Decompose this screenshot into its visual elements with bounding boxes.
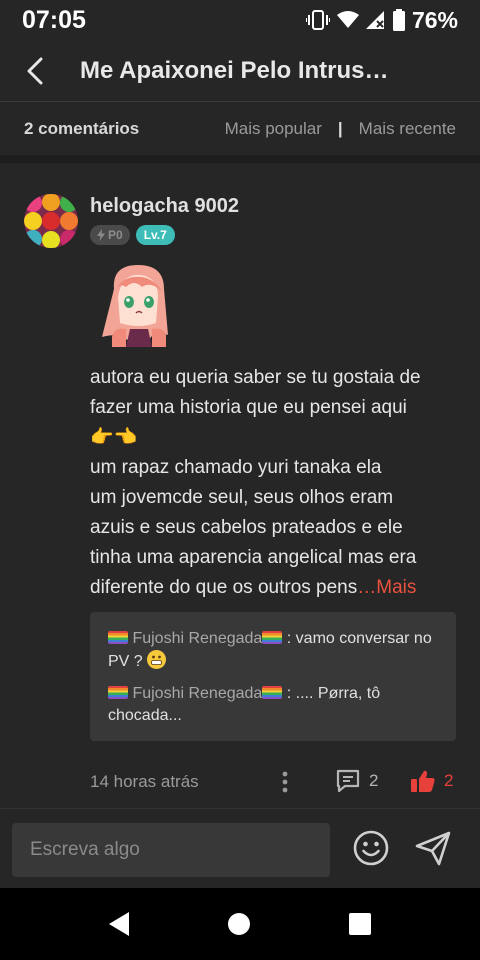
chevron-left-icon — [27, 57, 43, 84]
comment-line: fazer uma historia que eu pensei aqui — [90, 397, 407, 418]
comment-input[interactable]: Escreva algo — [12, 823, 330, 877]
username[interactable]: helogacha 9002 — [90, 195, 239, 218]
nav-back-icon[interactable] — [109, 912, 130, 936]
comment-icon — [336, 769, 360, 793]
header: Me Apaixonei Pelo Intrus… — [0, 40, 480, 102]
emoji-button[interactable] — [352, 829, 390, 872]
comment-count: 2 comentários — [24, 119, 140, 138]
read-more-link[interactable]: …Mais — [357, 577, 416, 598]
reply-item[interactable]: Fujoshi Renegada : vamo conversar no PV … — [108, 628, 438, 673]
comment-line: 👉👈 — [90, 427, 138, 448]
rainbow-flag-icon — [108, 686, 128, 699]
comment-line: um jovemcde seul, seus olhos eram — [90, 487, 394, 508]
status-icons: 76% — [305, 6, 458, 34]
comment-text: autora eu queria saber se tu gostaia de … — [90, 363, 460, 603]
status-bar: 07:05 76% — [0, 0, 480, 40]
avatar[interactable] — [24, 194, 78, 248]
comment-composer: Escreva algo — [0, 808, 480, 888]
thumbs-up-icon — [411, 770, 435, 792]
comment-line-last: diferente do que os outros pens…Mais — [90, 573, 460, 603]
reply-author: Fujoshi Renegada — [132, 630, 263, 647]
rainbow-flag-icon — [262, 631, 283, 644]
rainbow-flag-icon — [108, 631, 128, 644]
points-badge-label: P0 — [108, 228, 123, 242]
sort-popular-button[interactable]: Mais popular — [225, 119, 322, 139]
send-icon — [415, 831, 451, 866]
back-button[interactable] — [0, 40, 70, 102]
comment-item: helogacha 9002 P0 Lv.7 autora eu queria … — [0, 171, 480, 808]
replies-preview[interactable]: Fujoshi Renegada : vamo conversar no PV … — [90, 612, 456, 741]
battery-percent: 76% — [411, 6, 458, 33]
grinning-emoji-icon — [147, 650, 167, 669]
reply-count: 2 — [369, 771, 379, 790]
points-badge: P0 — [90, 225, 130, 245]
app-screen: 07:05 76% Me Apaixonei Pelo Intrus… 2 co… — [0, 0, 480, 888]
lightning-icon — [97, 229, 105, 241]
cell-signal-icon — [365, 11, 384, 29]
vibrate-icon — [305, 10, 330, 30]
send-button[interactable] — [414, 831, 452, 872]
system-nav-bar — [0, 888, 480, 960]
comment-line: um rapaz chamado yuri tanaka ela — [90, 457, 382, 478]
anime-girl-sticker — [102, 265, 168, 347]
reply-button[interactable]: 2 — [335, 768, 378, 794]
page-title: Me Apaixonei Pelo Intrus… — [80, 56, 389, 84]
comment-line: tinha uma aparencia angelical mas era — [90, 547, 417, 568]
level-badge: Lv.7 — [135, 225, 175, 245]
sort-recent-button[interactable]: Mais recente — [359, 119, 456, 139]
like-count: 2 — [444, 771, 454, 790]
reply-item[interactable]: Fujoshi Renegada : .... Pørra, tô chocad… — [108, 683, 438, 727]
battery-icon — [392, 9, 405, 31]
wifi-icon — [336, 11, 359, 28]
more-options-button[interactable] — [282, 771, 288, 798]
comment-timestamp: 14 horas atrás — [90, 772, 199, 791]
smiley-icon — [353, 830, 389, 866]
reply-author: Fujoshi Renegada — [132, 685, 263, 702]
sort-bar: 2 comentários Mais popular | Mais recent… — [0, 103, 480, 163]
nav-recents-icon[interactable] — [348, 913, 371, 935]
more-vertical-icon — [282, 771, 288, 793]
status-time: 07:05 — [22, 5, 86, 34]
comment-footer: 14 horas atrás 2 2 — [90, 765, 460, 799]
nav-home-icon[interactable] — [227, 913, 250, 935]
comment-line: azuis e seus cabelos prateados e ele — [90, 517, 403, 538]
sort-options: Mais popular | Mais recente — [225, 119, 456, 139]
user-badges: P0 Lv.7 — [90, 225, 175, 245]
comment-line: autora eu queria saber se tu gostaia de — [90, 367, 421, 388]
like-button[interactable]: 2 — [410, 768, 453, 794]
avatar-image — [24, 194, 78, 248]
rainbow-flag-icon — [262, 686, 283, 699]
comment-line-truncated: diferente do que os outros pens — [90, 577, 358, 598]
sort-separator: | — [337, 119, 343, 138]
